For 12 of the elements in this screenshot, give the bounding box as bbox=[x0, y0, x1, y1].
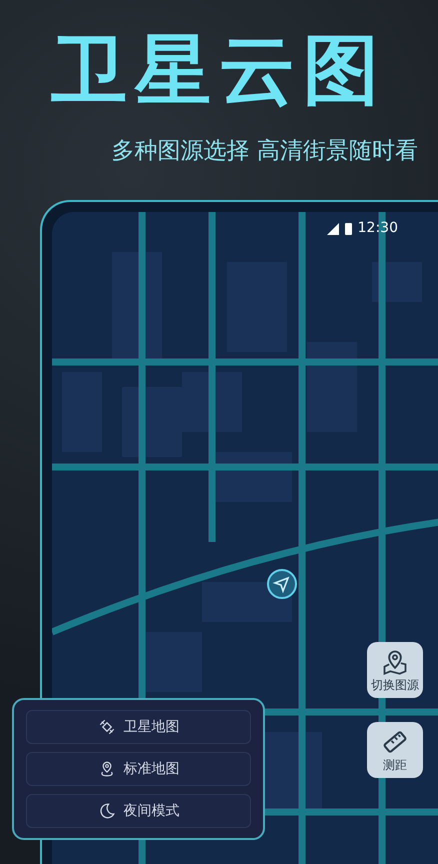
signal-icon bbox=[326, 222, 339, 234]
moon-icon bbox=[98, 802, 116, 820]
measure-button[interactable]: 测距 bbox=[367, 722, 423, 778]
map-mode-option[interactable]: 标准地图 bbox=[26, 752, 251, 786]
status-time: 12:30 bbox=[358, 219, 398, 238]
headline: 卫星云图 bbox=[50, 24, 388, 108]
map-mode-option[interactable]: 夜间模式 bbox=[26, 794, 251, 828]
subtitle: 多种图源选择 高清街景随时看 bbox=[110, 137, 419, 166]
satellite-icon bbox=[98, 718, 116, 736]
map-mode-option[interactable]: 卫星地图 bbox=[26, 710, 251, 744]
map-source-button[interactable]: 切换图源 bbox=[367, 642, 423, 698]
map-pin-icon bbox=[381, 648, 409, 676]
